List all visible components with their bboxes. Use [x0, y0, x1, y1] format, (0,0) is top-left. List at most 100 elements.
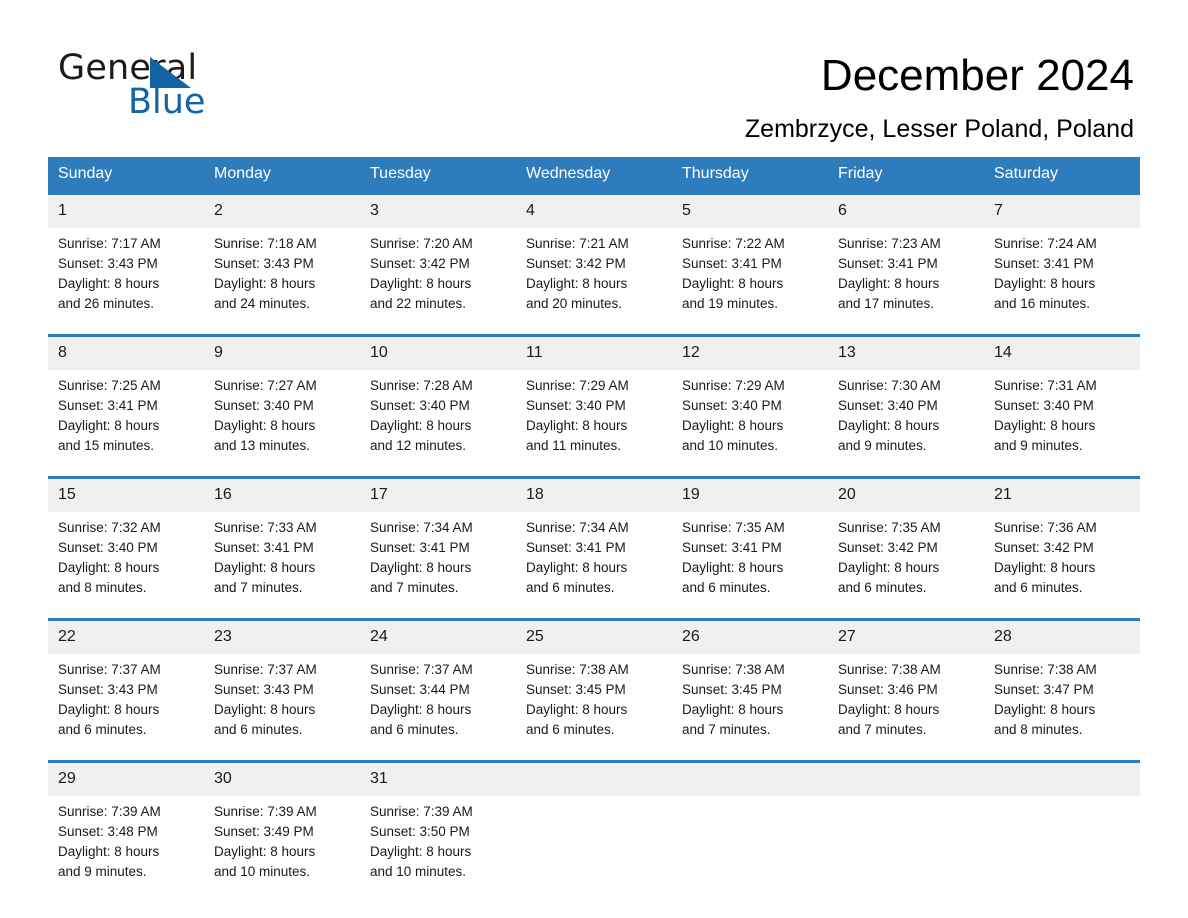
daylight-text-line1: Daylight: 8 hours	[838, 702, 940, 717]
day-cell[interactable]: 2 Sunrise: 7:18 AM Sunset: 3:43 PM Daylight…	[204, 192, 360, 314]
sunrise-text: Sunrise: 7:29 AM	[682, 378, 785, 393]
day-cell[interactable]: 29 Sunrise: 7:39 AM Sunset: 3:48 PM Dayligh…	[48, 760, 204, 882]
day-cell[interactable]: 31 Sunrise: 7:39 AM Sunset: 3:50 PM Dayligh…	[360, 760, 516, 882]
day-cell[interactable]: 9 Sunrise: 7:27 AM Sunset: 3:40 PM Daylight…	[204, 334, 360, 456]
day-cell[interactable]: 28 Sunrise: 7:38 AM Sunset: 3:47 PM Dayligh…	[984, 618, 1140, 740]
daylight-text-line2: and 10 minutes.	[214, 864, 311, 879]
daylight-text-line2: and 20 minutes.	[526, 296, 623, 311]
sunrise-text: Sunrise: 7:34 AM	[370, 520, 473, 535]
day-cell[interactable]: 24 Sunrise: 7:37 AM Sunset: 3:44 PM Dayligh…	[360, 618, 516, 740]
day-number: 26	[672, 621, 828, 654]
day-cell[interactable]: 7 Sunrise: 7:24 AM Sunset: 3:41 PM Daylight…	[984, 192, 1140, 314]
day-cell[interactable]: 6 Sunrise: 7:23 AM Sunset: 3:41 PM Daylight…	[828, 192, 984, 314]
day-cell[interactable]: 22 Sunrise: 7:37 AM Sunset: 3:43 PM Dayligh…	[48, 618, 204, 740]
daylight-text-line2: and 7 minutes.	[682, 722, 771, 737]
day-cell[interactable]: 18 Sunrise: 7:34 AM Sunset: 3:41 PM Dayligh…	[516, 476, 672, 598]
day-cell[interactable]: 25 Sunrise: 7:38 AM Sunset: 3:45 PM Dayligh…	[516, 618, 672, 740]
day-cell[interactable]: 19 Sunrise: 7:35 AM Sunset: 3:41 PM Dayligh…	[672, 476, 828, 598]
day-number: 19	[672, 479, 828, 512]
sunset-text: Sunset: 3:49 PM	[214, 824, 314, 839]
day-cell[interactable]: 26 Sunrise: 7:38 AM Sunset: 3:45 PM Dayligh…	[672, 618, 828, 740]
daylight-text-line1: Daylight: 8 hours	[214, 844, 316, 859]
daylight-text-line2: and 24 minutes.	[214, 296, 311, 311]
day-number: 8	[48, 337, 204, 370]
daylight-text-line1: Daylight: 8 hours	[526, 702, 628, 717]
sunset-text: Sunset: 3:40 PM	[682, 398, 782, 413]
week-spacer	[48, 740, 1140, 762]
daylight-text-line1: Daylight: 8 hours	[370, 560, 472, 575]
sunset-text: Sunset: 3:43 PM	[214, 256, 314, 271]
sunset-text: Sunset: 3:46 PM	[838, 682, 938, 697]
day-cell[interactable]: 17 Sunrise: 7:34 AM Sunset: 3:41 PM Dayligh…	[360, 476, 516, 598]
daylight-text-line1: Daylight: 8 hours	[994, 702, 1096, 717]
weekday-header-sunday: Sunday	[48, 157, 204, 194]
day-number: 20	[828, 479, 984, 512]
day-cell[interactable]: 13 Sunrise: 7:30 AM Sunset: 3:40 PM Dayligh…	[828, 334, 984, 456]
daylight-text-line2: and 12 minutes.	[370, 438, 467, 453]
day-info: Sunrise: 7:21 AM Sunset: 3:42 PM Daylight:…	[516, 228, 672, 314]
daylight-text-line1: Daylight: 8 hours	[214, 276, 316, 291]
day-cell[interactable]: 27 Sunrise: 7:38 AM Sunset: 3:46 PM Dayligh…	[828, 618, 984, 740]
page-subtitle: Zembrzyce, Lesser Poland, Poland	[744, 115, 1134, 143]
sunset-text: Sunset: 3:48 PM	[58, 824, 158, 839]
sunset-text: Sunset: 3:42 PM	[838, 540, 938, 555]
daylight-text-line2: and 9 minutes.	[994, 438, 1083, 453]
day-cell[interactable]: 16 Sunrise: 7:33 AM Sunset: 3:41 PM Dayligh…	[204, 476, 360, 598]
calendar-week-row: 15 Sunrise: 7:32 AM Sunset: 3:40 PM Dayligh…	[48, 476, 1140, 598]
day-cell[interactable]: 5 Sunrise: 7:22 AM Sunset: 3:41 PM Daylight…	[672, 192, 828, 314]
day-number: 31	[360, 763, 516, 796]
day-info: Sunrise: 7:36 AM Sunset: 3:42 PM Daylight:…	[984, 512, 1140, 598]
daylight-text-line1: Daylight: 8 hours	[682, 418, 784, 433]
daylight-text-line1: Daylight: 8 hours	[370, 276, 472, 291]
day-cell[interactable]: 4 Sunrise: 7:21 AM Sunset: 3:42 PM Daylight…	[516, 192, 672, 314]
day-cell[interactable]: 10 Sunrise: 7:28 AM Sunset: 3:40 PM Dayligh…	[360, 334, 516, 456]
sunrise-text: Sunrise: 7:38 AM	[526, 662, 629, 677]
calendar-grid: Sunday Monday Tuesday Wednesday Thursday…	[48, 157, 1140, 882]
day-number: 29	[48, 763, 204, 796]
day-info: Sunrise: 7:37 AM Sunset: 3:44 PM Daylight:…	[360, 654, 516, 740]
day-info: Sunrise: 7:23 AM Sunset: 3:41 PM Daylight:…	[828, 228, 984, 314]
sunrise-text: Sunrise: 7:35 AM	[838, 520, 941, 535]
daylight-text-line1: Daylight: 8 hours	[370, 418, 472, 433]
sunrise-text: Sunrise: 7:33 AM	[214, 520, 317, 535]
sunrise-text: Sunrise: 7:28 AM	[370, 378, 473, 393]
day-info: Sunrise: 7:38 AM Sunset: 3:45 PM Daylight:…	[672, 654, 828, 740]
day-info: Sunrise: 7:29 AM Sunset: 3:40 PM Daylight:…	[516, 370, 672, 456]
daylight-text-line2: and 6 minutes.	[838, 580, 927, 595]
day-number: 15	[48, 479, 204, 512]
day-number: 11	[516, 337, 672, 370]
day-cell[interactable]: 15 Sunrise: 7:32 AM Sunset: 3:40 PM Dayligh…	[48, 476, 204, 598]
sunset-text: Sunset: 3:40 PM	[994, 398, 1094, 413]
day-info: Sunrise: 7:39 AM Sunset: 3:50 PM Daylight:…	[360, 796, 516, 882]
weekday-header-wednesday: Wednesday	[516, 157, 672, 194]
day-cell-empty	[984, 760, 1140, 882]
day-cell-empty	[672, 760, 828, 882]
day-cell[interactable]: 30 Sunrise: 7:39 AM Sunset: 3:49 PM Dayligh…	[204, 760, 360, 882]
daylight-text-line2: and 10 minutes.	[370, 864, 467, 879]
day-info: Sunrise: 7:24 AM Sunset: 3:41 PM Daylight:…	[984, 228, 1140, 314]
daylight-text-line2: and 17 minutes.	[838, 296, 935, 311]
daylight-text-line2: and 19 minutes.	[682, 296, 779, 311]
daylight-text-line2: and 11 minutes.	[526, 438, 622, 453]
day-cell[interactable]: 11 Sunrise: 7:29 AM Sunset: 3:40 PM Dayligh…	[516, 334, 672, 456]
sunrise-text: Sunrise: 7:18 AM	[214, 236, 317, 251]
day-cell[interactable]: 12 Sunrise: 7:29 AM Sunset: 3:40 PM Dayligh…	[672, 334, 828, 456]
calendar-body: 1 Sunrise: 7:17 AM Sunset: 3:43 PM Daylight…	[48, 192, 1140, 882]
day-number: 12	[672, 337, 828, 370]
day-cell[interactable]: 21 Sunrise: 7:36 AM Sunset: 3:42 PM Dayligh…	[984, 476, 1140, 598]
day-cell[interactable]: 1 Sunrise: 7:17 AM Sunset: 3:43 PM Daylight…	[48, 192, 204, 314]
day-cell[interactable]: 23 Sunrise: 7:37 AM Sunset: 3:43 PM Dayligh…	[204, 618, 360, 740]
calendar-week-row: 29 Sunrise: 7:39 AM Sunset: 3:48 PM Dayligh…	[48, 760, 1140, 882]
generalblue-logo[interactable]: General Blue	[58, 48, 318, 128]
day-cell[interactable]: 8 Sunrise: 7:25 AM Sunset: 3:41 PM Daylight…	[48, 334, 204, 456]
day-info: Sunrise: 7:35 AM Sunset: 3:41 PM Daylight:…	[672, 512, 828, 598]
weekday-header-monday: Monday	[204, 157, 360, 194]
sunset-text: Sunset: 3:42 PM	[994, 540, 1094, 555]
page-title: December 2024	[820, 51, 1134, 100]
day-cell[interactable]: 14 Sunrise: 7:31 AM Sunset: 3:40 PM Dayligh…	[984, 334, 1140, 456]
daylight-text-line1: Daylight: 8 hours	[994, 276, 1096, 291]
day-cell[interactable]: 3 Sunrise: 7:20 AM Sunset: 3:42 PM Daylight…	[360, 192, 516, 314]
day-cell[interactable]: 20 Sunrise: 7:35 AM Sunset: 3:42 PM Dayligh…	[828, 476, 984, 598]
daylight-text-line1: Daylight: 8 hours	[838, 560, 940, 575]
daylight-text-line1: Daylight: 8 hours	[58, 418, 160, 433]
